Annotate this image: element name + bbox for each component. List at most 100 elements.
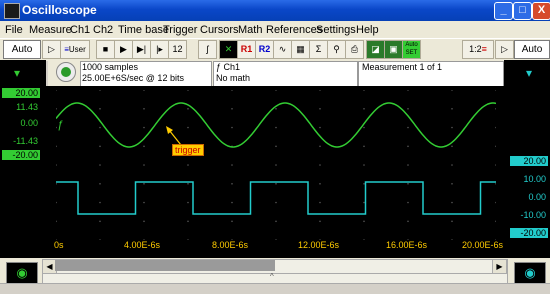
menu-math[interactable]: Math <box>238 24 262 36</box>
grid-dot <box>363 126 365 129</box>
grid-dot <box>495 201 496 204</box>
print-icon[interactable]: ⎙ <box>345 40 364 59</box>
ch2-scale-zero: 0.00 <box>528 192 546 202</box>
play-icon-right[interactable]: ▷ <box>495 40 514 59</box>
grid-dot <box>275 108 277 110</box>
grid-dot <box>99 145 101 148</box>
grid-dot <box>275 183 277 185</box>
ch2-scale-upper: 10.00 <box>523 174 546 184</box>
grid-dot <box>231 183 233 185</box>
grid-dot <box>99 164 101 166</box>
grid-dot <box>319 90 321 91</box>
grid-dot <box>319 201 321 204</box>
grid-dot <box>275 90 277 91</box>
grid-dot <box>231 126 233 129</box>
ch2-arrow-icon: ▾ <box>526 66 533 80</box>
channel-text: ƒ Ch1 <box>216 62 241 72</box>
ch1-marker: ƒ <box>57 119 64 131</box>
grid-dot <box>56 220 57 223</box>
grid-dot <box>363 220 365 223</box>
app-icon <box>4 3 20 19</box>
menu-ch2[interactable]: Ch2 <box>93 24 113 36</box>
menu-settings[interactable]: Settings <box>316 24 356 36</box>
grid-icon[interactable]: ▣ <box>384 40 403 59</box>
single-icon[interactable]: ▶| <box>132 40 151 59</box>
ref2-button[interactable]: R2 <box>255 40 274 59</box>
minimize-button[interactable]: _ <box>494 2 513 20</box>
scroll-right-icon[interactable]: ▶ <box>492 259 507 274</box>
ref1-button[interactable]: R1 <box>237 40 256 59</box>
ch1-scale-lower: -11.43 <box>13 136 38 146</box>
maximize-button[interactable]: □ <box>513 2 532 20</box>
menu-help[interactable]: Help <box>356 24 379 36</box>
ratio-icon[interactable]: 12 <box>168 40 187 59</box>
grid-dot <box>187 201 189 204</box>
zoom-caret-icon[interactable]: ^ <box>270 272 274 281</box>
grid-dot <box>56 145 57 148</box>
menu-ch1[interactable]: Ch1 <box>70 24 90 36</box>
grid-dot <box>143 183 145 185</box>
ch2-view-button[interactable]: ◉ <box>514 262 546 284</box>
ratio-button[interactable]: 1:2≡ <box>462 40 494 59</box>
auto-set-button[interactable]: Auto SET <box>402 40 421 59</box>
scope-graticule <box>56 90 496 240</box>
grid-dot <box>56 201 57 204</box>
ch1-scale-bottom: -20.00 <box>2 150 40 160</box>
grid-dot <box>56 183 57 185</box>
sum-button[interactable]: Σ <box>309 40 328 59</box>
grid-dot <box>275 201 277 204</box>
grid-dot <box>187 108 189 110</box>
fft-icon[interactable]: ∿ <box>273 40 292 59</box>
grid-dot <box>407 126 409 129</box>
run-icon[interactable]: ▶ <box>114 40 133 59</box>
status-bar <box>0 283 550 294</box>
grid-dot <box>187 183 189 185</box>
grid-dot <box>231 201 233 204</box>
ch2-mode-select[interactable]: Auto <box>514 40 550 59</box>
ch1-view-button[interactable]: ◉ <box>6 262 38 284</box>
menu-references[interactable]: References <box>266 24 322 36</box>
time-tick-3: 12.00E-6s <box>298 240 340 250</box>
grid-dot <box>363 201 365 204</box>
ch2-waveform <box>56 181 496 215</box>
trigger-label: trigger <box>172 144 204 156</box>
close-button[interactable]: X <box>532 2 550 20</box>
user-button[interactable]: ≡User <box>60 40 90 59</box>
sample-rate-text: 25.00E+6S/sec @ 12 bits <box>82 73 184 83</box>
grid-dot <box>99 90 101 91</box>
grid-dot <box>451 108 453 110</box>
ch1-mode-select[interactable]: Auto <box>3 40 41 59</box>
grid-dot <box>143 220 145 223</box>
menu-time-base[interactable]: Time base <box>118 24 169 36</box>
grid-dot <box>363 239 365 240</box>
eye-icon: ◉ <box>16 265 28 280</box>
grid-dot <box>275 145 277 148</box>
cursor-icon[interactable]: ✕ <box>219 40 238 59</box>
layout-icon[interactable]: ◪ <box>366 40 385 59</box>
grid-dot <box>363 108 365 110</box>
grid-dot <box>451 145 453 148</box>
play-icon[interactable]: ▷ <box>42 40 61 59</box>
grid-dot <box>451 90 453 91</box>
spectrum-icon[interactable]: ▦ <box>291 40 310 59</box>
acquire-button[interactable] <box>56 62 76 82</box>
menu-measure[interactable]: Measure <box>29 24 72 36</box>
menu-file[interactable]: File <box>5 24 23 36</box>
grid-dot <box>99 201 101 204</box>
grid-dot <box>407 201 409 204</box>
scrollbar-thumb[interactable] <box>55 260 275 271</box>
grid-dot <box>187 220 189 223</box>
menu-trigger[interactable]: Trigger <box>163 24 197 36</box>
grid-dot <box>407 90 409 91</box>
grid-dot <box>319 126 321 129</box>
zoom-icon[interactable]: ⚲ <box>327 40 346 59</box>
grid-dot <box>451 201 453 204</box>
grid-dot <box>231 108 233 110</box>
trigger-edge-icon[interactable]: ʃ <box>198 40 217 59</box>
stop-icon[interactable]: ■ <box>96 40 115 59</box>
grid-dot <box>231 90 233 91</box>
grid-dot <box>363 183 365 185</box>
grid-dot <box>275 239 277 240</box>
step-icon[interactable]: |▸ <box>150 40 169 59</box>
menu-cursors[interactable]: Cursors <box>200 24 239 36</box>
